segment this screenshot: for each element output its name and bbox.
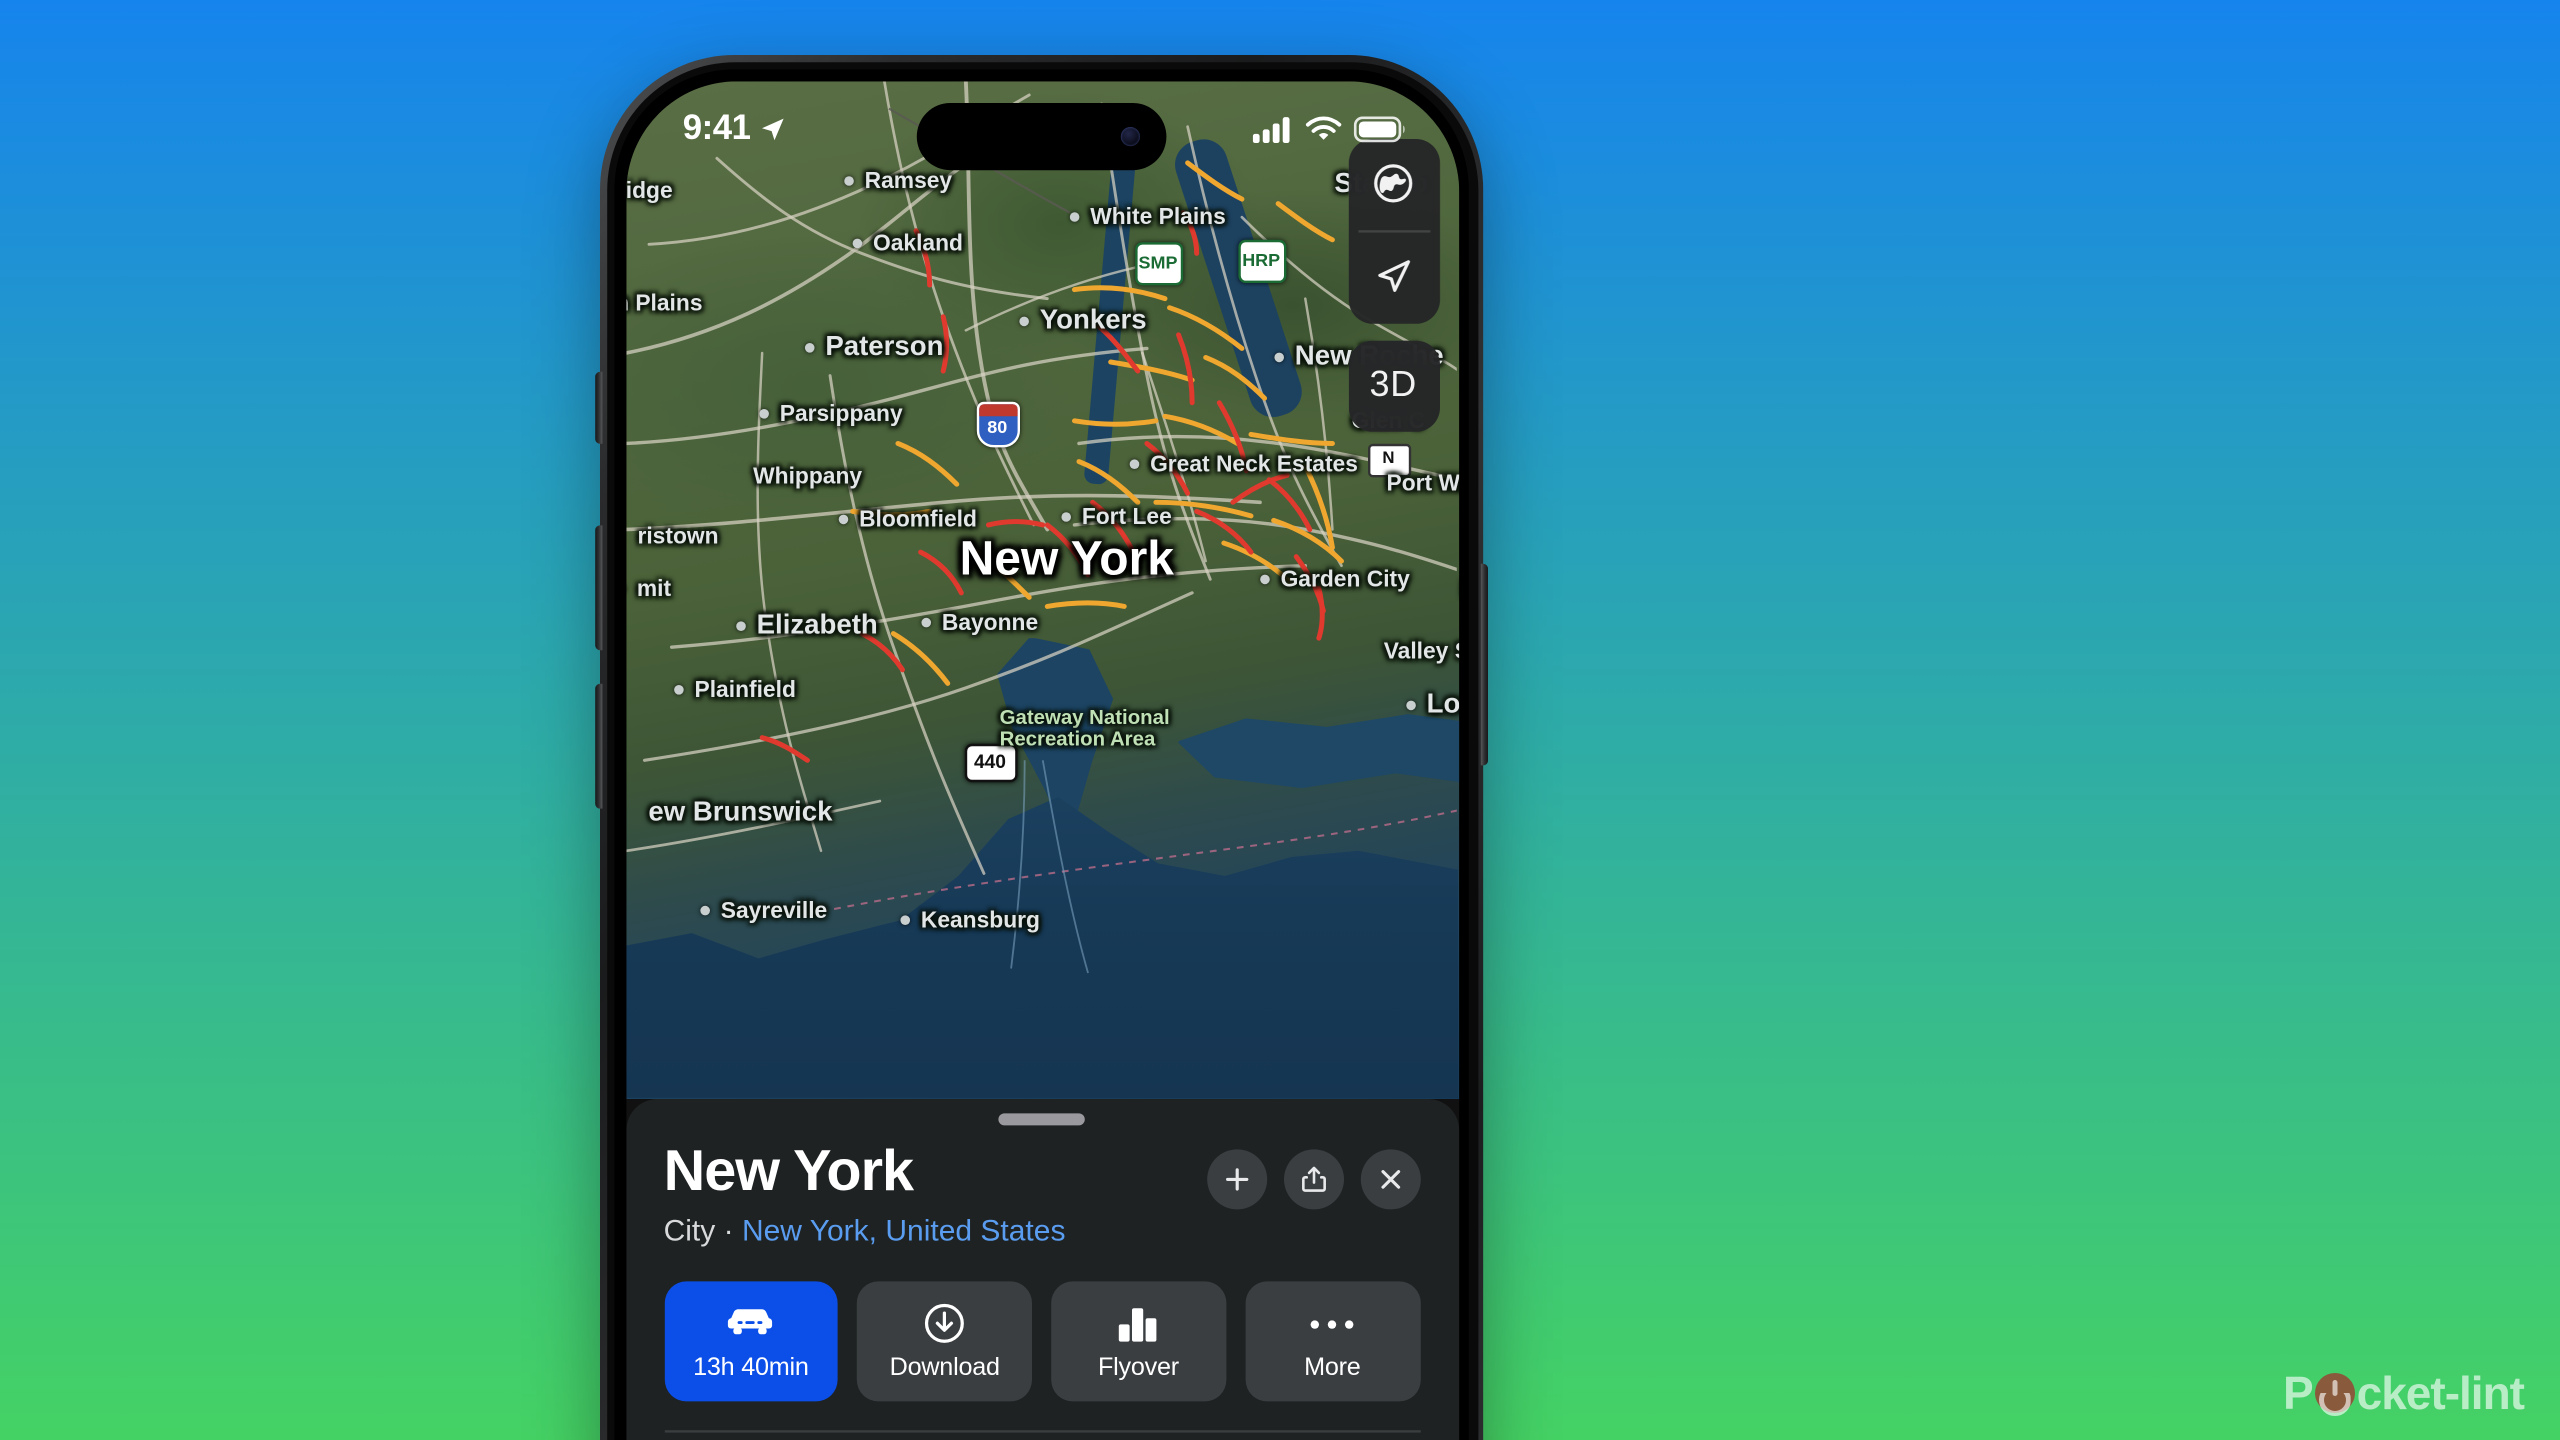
road-network [625,80,1458,973]
cellular-bars-icon [1251,115,1289,142]
map-controls-group-3d: 3D [1347,339,1439,431]
card-drag-handle[interactable] [998,1112,1085,1125]
status-bar-left: 9:41 [683,109,787,147]
location-arrow-icon [761,117,783,139]
card-header: New York City · New York, United States [625,1124,1458,1248]
shield-label: 80 [987,416,1008,438]
subtitle-separator: · [715,1214,742,1249]
route-shield-440[interactable]: 440 [963,742,1017,781]
shield-label: 440 [973,751,1007,773]
add-to-guide-button[interactable] [1206,1148,1266,1209]
card-header-actions [1206,1139,1420,1209]
plus-icon [1224,1167,1248,1190]
map-canvas[interactable]: ◆ ✸ ♣ SMP HRP 80 440 N Gateway National … [625,80,1458,1098]
dynamic-island [916,101,1167,169]
power-button-icon [2314,1373,2355,1413]
stats-row: POPULATION [664,1433,1420,1440]
place-region-link[interactable]: New York, United States [742,1214,1066,1248]
watermark-text-before: P [2282,1367,2314,1419]
iphone-device-mockup: ◆ ✸ ♣ SMP HRP 80 440 N Gateway National … [594,55,1489,1440]
wifi-icon [1304,115,1341,139]
download-button[interactable]: Download [857,1281,1032,1402]
place-category: City [663,1214,716,1249]
volume-up-button[interactable] [594,525,603,651]
directions-label: 13h 40min [693,1352,809,1382]
more-label: More [1304,1352,1361,1382]
ellipsis-icon [1308,1302,1356,1345]
status-bar-right [1251,114,1406,143]
toggle-3d-button[interactable]: 3D [1348,339,1439,430]
page-title: New York [663,1138,914,1204]
place-info-card: New York City · New York, United States [625,1097,1458,1440]
directions-button[interactable]: 13h 40min [663,1281,839,1402]
phone-screen: ◆ ✸ ♣ SMP HRP 80 440 N Gateway National … [625,80,1458,1440]
flyover-button[interactable]: Flyover [1051,1281,1226,1402]
buildings-icon [1115,1302,1163,1345]
download-label: Download [889,1352,1000,1382]
power-button[interactable] [1480,563,1489,766]
card-title-block: New York City · New York, United States [664,1139,1066,1248]
flyover-label: Flyover [1098,1352,1179,1382]
shield-label: HRP [1242,249,1281,271]
shield-label: SMP [1138,251,1178,274]
locate-me-button[interactable] [1348,231,1439,322]
navigation-arrow-icon [1378,260,1411,292]
close-icon [1380,1168,1399,1188]
route-shield-hrp[interactable]: HRP [1237,238,1286,282]
screenshot-canvas: ◆ ✸ ♣ SMP HRP 80 440 N Gateway National … [0,0,2560,1440]
front-camera-icon [1120,125,1140,145]
action-button[interactable] [594,371,603,444]
volume-down-button[interactable] [594,683,603,809]
pocket-lint-watermark: Pcket-lint [2282,1366,2525,1420]
map-controls-stack: 3D [1347,137,1439,431]
place-subtitle: City · New York, United States [664,1214,1066,1248]
shield-label: N [1382,451,1395,468]
quick-actions-row: 13h 40min Download Flyover More [625,1248,1458,1402]
more-button[interactable]: More [1245,1281,1420,1402]
watermark-text-after: cket-lint [2356,1367,2525,1419]
share-icon [1300,1165,1325,1191]
close-button[interactable] [1359,1148,1420,1209]
route-shield-ln[interactable]: N [1366,442,1410,477]
route-shield-smp[interactable]: SMP [1134,241,1182,285]
car-icon [726,1302,776,1345]
stats-section: POPULATION [625,1430,1458,1440]
route-shield-i80[interactable]: 80 [975,400,1019,447]
download-icon [922,1302,968,1345]
share-button[interactable] [1282,1148,1343,1209]
battery-icon [1352,115,1404,142]
status-bar-time: 9:41 [682,109,751,148]
